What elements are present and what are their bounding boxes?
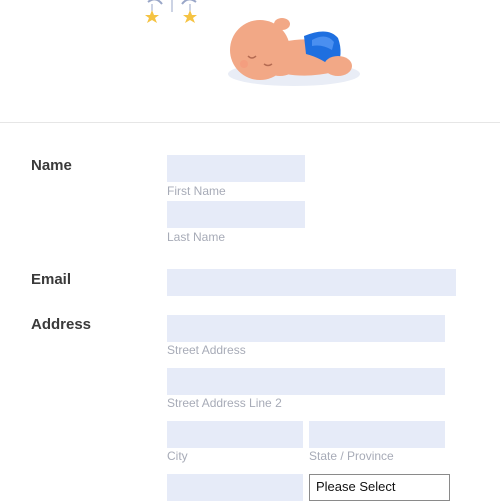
crib-mobile-icon: [145, 0, 197, 31]
first-name-input[interactable]: [167, 155, 305, 182]
state-province-input[interactable]: [309, 421, 445, 448]
street-address-input[interactable]: [167, 315, 445, 342]
state-province-sublabel: State / Province: [309, 449, 394, 463]
first-name-sublabel: First Name: [167, 184, 226, 198]
address-label: Address: [31, 316, 92, 333]
country-select[interactable]: Please Select: [309, 474, 450, 501]
city-input[interactable]: [167, 421, 303, 448]
email-label: Email: [31, 271, 72, 288]
form-header: [0, 0, 500, 123]
street-address-sublabel: Street Address: [167, 343, 246, 357]
city-sublabel: City: [167, 449, 188, 463]
street-address-line2-sublabel: Street Address Line 2: [167, 396, 282, 410]
last-name-input[interactable]: [167, 201, 305, 228]
street-address-line2-input[interactable]: [167, 368, 445, 395]
sleeping-baby-icon: [228, 18, 360, 86]
last-name-sublabel: Last Name: [167, 230, 226, 244]
postal-code-input[interactable]: [167, 474, 303, 501]
email-input[interactable]: [167, 269, 456, 296]
name-label: Name: [31, 157, 72, 174]
